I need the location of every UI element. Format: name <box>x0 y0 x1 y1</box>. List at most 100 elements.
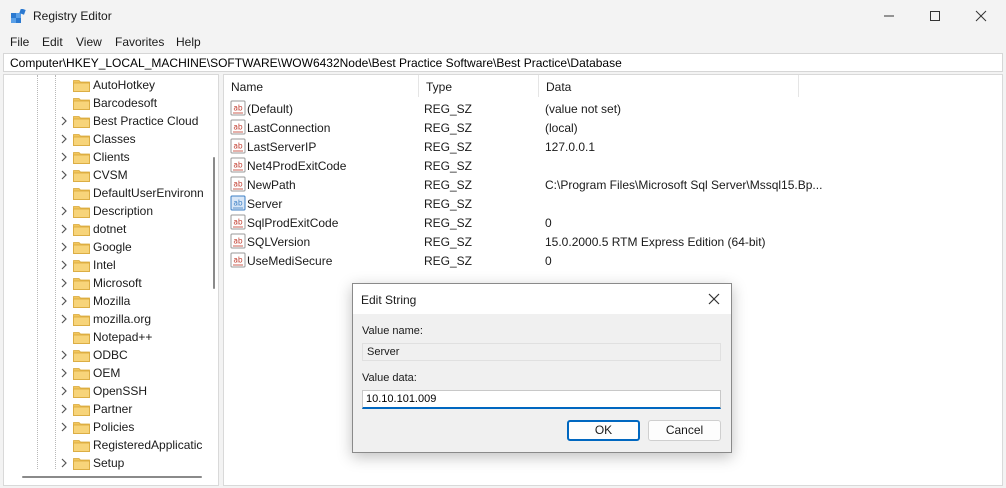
tree-item[interactable]: Description <box>4 202 209 220</box>
tree-horizontal-scrollbar[interactable] <box>4 471 218 485</box>
tree-horizontal-scroll-thumb[interactable] <box>22 476 202 478</box>
folder-icon <box>73 458 90 470</box>
ok-button[interactable]: OK <box>567 420 640 441</box>
string-value-icon: ab <box>230 195 246 211</box>
chevron-right-icon[interactable] <box>59 421 69 433</box>
folder-icon <box>73 296 90 308</box>
tree-item[interactable]: CVSM <box>4 166 209 184</box>
tree-item-label: Barcodesoft <box>93 96 158 110</box>
value-row[interactable]: ab Net4ProdExitCode REG_SZ <box>224 156 1002 175</box>
chevron-right-icon[interactable] <box>59 385 69 397</box>
value-name: Net4ProdExitCode <box>247 159 347 173</box>
folder-icon <box>73 314 90 326</box>
tree-item-label: Intel <box>93 258 116 272</box>
chevron-right-icon[interactable] <box>59 403 69 415</box>
menu-edit[interactable]: Edit <box>42 35 63 49</box>
value-row[interactable]: ab SqlProdExitCode REG_SZ 0 <box>224 213 1002 232</box>
value-row[interactable]: ab LastConnection REG_SZ (local) <box>224 118 1002 137</box>
folder-icon <box>73 386 90 398</box>
tree-vertical-scrollbar[interactable] <box>210 75 218 469</box>
chevron-right-icon[interactable] <box>59 457 69 469</box>
tree-item[interactable]: Intel <box>4 256 209 274</box>
value-row[interactable]: ab LastServerIP REG_SZ 127.0.0.1 <box>224 137 1002 156</box>
tree-vertical-scroll-thumb[interactable] <box>213 157 215 289</box>
value-data: (value not set) <box>545 102 622 116</box>
menu-file[interactable]: File <box>10 35 29 49</box>
tree-item-label: Policies <box>93 420 135 434</box>
string-value-icon: ab <box>230 119 246 135</box>
folder-icon <box>73 242 90 254</box>
chevron-right-icon[interactable] <box>59 349 69 361</box>
column-header-name[interactable]: Name <box>224 75 419 97</box>
tree-item[interactable]: OpenSSH <box>4 382 209 400</box>
chevron-right-icon[interactable] <box>59 151 69 163</box>
svg-text:ab: ab <box>233 161 243 170</box>
cancel-button[interactable]: Cancel <box>648 420 721 441</box>
column-header-data[interactable]: Data <box>539 75 799 97</box>
tree-item-label: dotnet <box>93 222 127 236</box>
tree-item[interactable]: mozilla.org <box>4 310 209 328</box>
folder-icon <box>73 170 90 182</box>
tree-item[interactable]: AutoHotkey <box>4 76 209 94</box>
chevron-right-icon[interactable] <box>59 259 69 271</box>
chevron-right-icon[interactable] <box>59 223 69 235</box>
menu-help[interactable]: Help <box>176 35 201 49</box>
tree-item[interactable]: Notepad++ <box>4 328 209 346</box>
minimize-button[interactable] <box>866 0 912 32</box>
tree-item-label: Partner <box>93 402 133 416</box>
chevron-right-icon[interactable] <box>59 115 69 127</box>
chevron-right-icon[interactable] <box>59 133 69 145</box>
tree-item[interactable]: Mozilla <box>4 292 209 310</box>
tree-item[interactable]: dotnet <box>4 220 209 238</box>
chevron-right-icon[interactable] <box>59 241 69 253</box>
tree-item-label: CVSM <box>93 168 128 182</box>
value-row[interactable]: ab (Default) REG_SZ (value not set) <box>224 99 1002 118</box>
tree-item[interactable]: Setup <box>4 454 209 472</box>
chevron-right-icon[interactable] <box>59 367 69 379</box>
address-bar[interactable]: Computer\HKEY_LOCAL_MACHINE\SOFTWARE\WOW… <box>3 53 1003 72</box>
tree-item-label: Clients <box>93 150 130 164</box>
tree-item[interactable]: Barcodesoft <box>4 94 209 112</box>
menu-view[interactable]: View <box>76 35 102 49</box>
svg-text:ab: ab <box>233 199 243 208</box>
value-row[interactable]: ab NewPath REG_SZ C:\Program Files\Microsof… <box>224 175 1002 194</box>
tree-item-label: Best Practice Cloud <box>93 114 199 128</box>
chevron-right-icon[interactable] <box>59 313 69 325</box>
value-row[interactable]: ab UseMediSecure REG_SZ 0 <box>224 251 1002 270</box>
chevron-right-icon[interactable] <box>59 277 69 289</box>
value-type: REG_SZ <box>424 121 473 135</box>
close-button[interactable] <box>958 0 1004 32</box>
dialog-close-icon[interactable] <box>707 292 721 306</box>
folder-icon <box>73 116 90 128</box>
tree-item-label: Description <box>93 204 154 218</box>
menu-favorites[interactable]: Favorites <box>115 35 164 49</box>
tree-item[interactable]: Partner <box>4 400 209 418</box>
tree-item[interactable]: ODBC <box>4 346 209 364</box>
window-title: Registry Editor <box>33 9 112 23</box>
value-data-input[interactable] <box>362 390 721 409</box>
svg-text:ab: ab <box>233 218 243 227</box>
value-row[interactable]: ab Server REG_SZ <box>224 194 1002 213</box>
tree-item[interactable]: Best Practice Cloud <box>4 112 209 130</box>
tree-item-label: mozilla.org <box>93 312 152 326</box>
chevron-right-icon[interactable] <box>59 295 69 307</box>
column-header-type[interactable]: Type <box>419 75 539 97</box>
maximize-button[interactable] <box>912 0 958 32</box>
tree-item[interactable]: Classes <box>4 130 209 148</box>
value-data: (local) <box>545 121 578 135</box>
chevron-right-icon[interactable] <box>59 169 69 181</box>
tree-item[interactable]: OEM <box>4 364 209 382</box>
key-tree[interactable]: AutoHotkey Barcodesoft Best Practice Cloud… <box>3 74 219 486</box>
value-row[interactable]: ab SQLVersion REG_SZ 15.0.2000.5 RTM Expres… <box>224 232 1002 251</box>
chevron-right-icon[interactable] <box>59 205 69 217</box>
tree-item-label: Notepad++ <box>93 330 153 344</box>
tree-item[interactable]: RegisteredApplicatic <box>4 436 209 454</box>
tree-item[interactable]: Microsoft <box>4 274 209 292</box>
edit-string-dialog: Edit String Value name: Server Value dat… <box>352 283 732 453</box>
tree-item[interactable]: Clients <box>4 148 209 166</box>
value-data: 127.0.0.1 <box>545 140 596 154</box>
tree-item[interactable]: DefaultUserEnvironn <box>4 184 209 202</box>
value-name: NewPath <box>247 178 296 192</box>
tree-item[interactable]: Google <box>4 238 209 256</box>
tree-item[interactable]: Policies <box>4 418 209 436</box>
